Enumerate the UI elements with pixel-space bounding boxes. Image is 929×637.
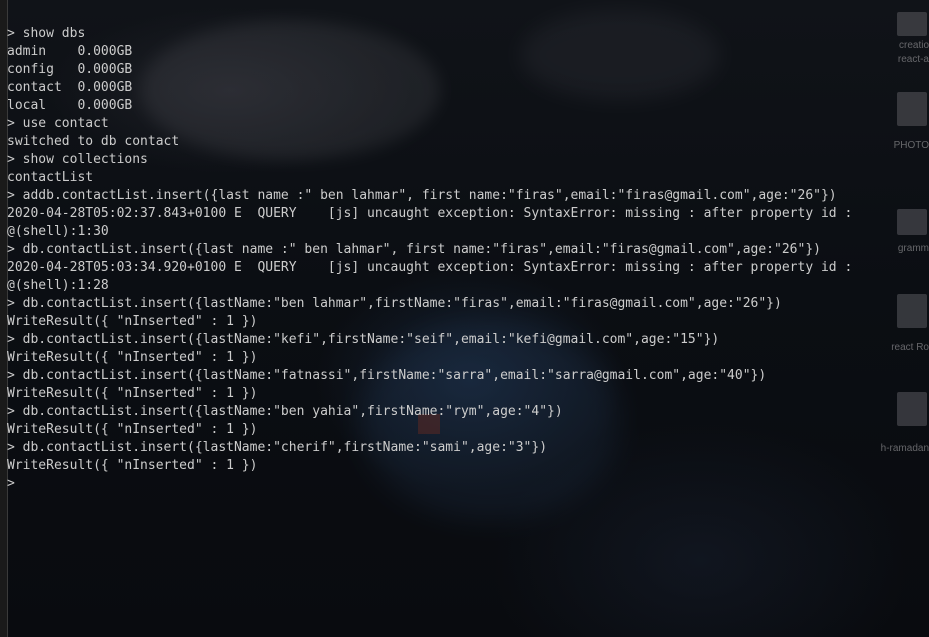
terminal-line: > addb.contactList.insert({last name :" … xyxy=(7,188,837,203)
terminal-line: WriteResult({ "nInserted" : 1 }) xyxy=(7,458,258,473)
terminal-line: WriteResult({ "nInserted" : 1 }) xyxy=(7,350,258,365)
desktop-icon-label: gramm xyxy=(897,243,929,254)
desktop-icon-label: creatio xyxy=(898,40,929,51)
app-icon xyxy=(897,209,927,235)
folder-icon xyxy=(897,294,927,328)
terminal-line: > db.contactList.insert({lastName:"ben l… xyxy=(7,296,782,311)
terminal-line: > show collections xyxy=(7,152,148,167)
terminal-line: config 0.000GB xyxy=(7,62,133,77)
terminal-prompt[interactable]: > xyxy=(7,475,887,493)
terminal-line: local 0.000GB xyxy=(7,98,133,113)
terminal-line: > db.contactList.insert({lastName:"kefi"… xyxy=(7,332,720,347)
desktop-icon-label: PHOTO xyxy=(893,140,929,151)
terminal-line: WriteResult({ "nInserted" : 1 }) xyxy=(7,314,258,329)
desktop-icon-label: h-ramadan xyxy=(880,443,929,454)
terminal-line: @(shell):1:28 xyxy=(7,278,109,293)
terminal-line: > db.contactList.insert({lastName:"cheri… xyxy=(7,440,548,455)
terminal-line: @(shell):1:30 xyxy=(7,224,109,239)
terminal-line: > db.contactList.insert({lastName:"fatna… xyxy=(7,368,767,383)
terminal-output[interactable]: > show dbs admin 0.000GB config 0.000GB … xyxy=(7,25,887,493)
folder-icon xyxy=(897,92,927,126)
terminal-line: 2020-04-28T05:02:37.843+0100 E QUERY [js… xyxy=(7,206,853,221)
terminal-line: contactList xyxy=(7,170,94,185)
folder-icon xyxy=(897,392,927,426)
terminal-line: > show dbs xyxy=(7,26,86,41)
terminal-line: > db.contactList.insert({last name :" be… xyxy=(7,242,821,257)
desktop-icon-label: react-a xyxy=(897,54,929,65)
terminal-line: admin 0.000GB xyxy=(7,44,133,59)
desktop-icon-label: react Ro xyxy=(891,342,929,353)
app-icon xyxy=(897,12,927,36)
terminal-line: > db.contactList.insert({lastName:"ben y… xyxy=(7,404,563,419)
terminal-line: WriteResult({ "nInserted" : 1 }) xyxy=(7,386,258,401)
terminal-line: WriteResult({ "nInserted" : 1 }) xyxy=(7,422,258,437)
terminal-line: contact 0.000GB xyxy=(7,80,133,95)
terminal-line: 2020-04-28T05:03:34.920+0100 E QUERY [js… xyxy=(7,260,853,275)
terminal-line: switched to db contact xyxy=(7,134,180,149)
terminal-line: > use contact xyxy=(7,116,109,131)
